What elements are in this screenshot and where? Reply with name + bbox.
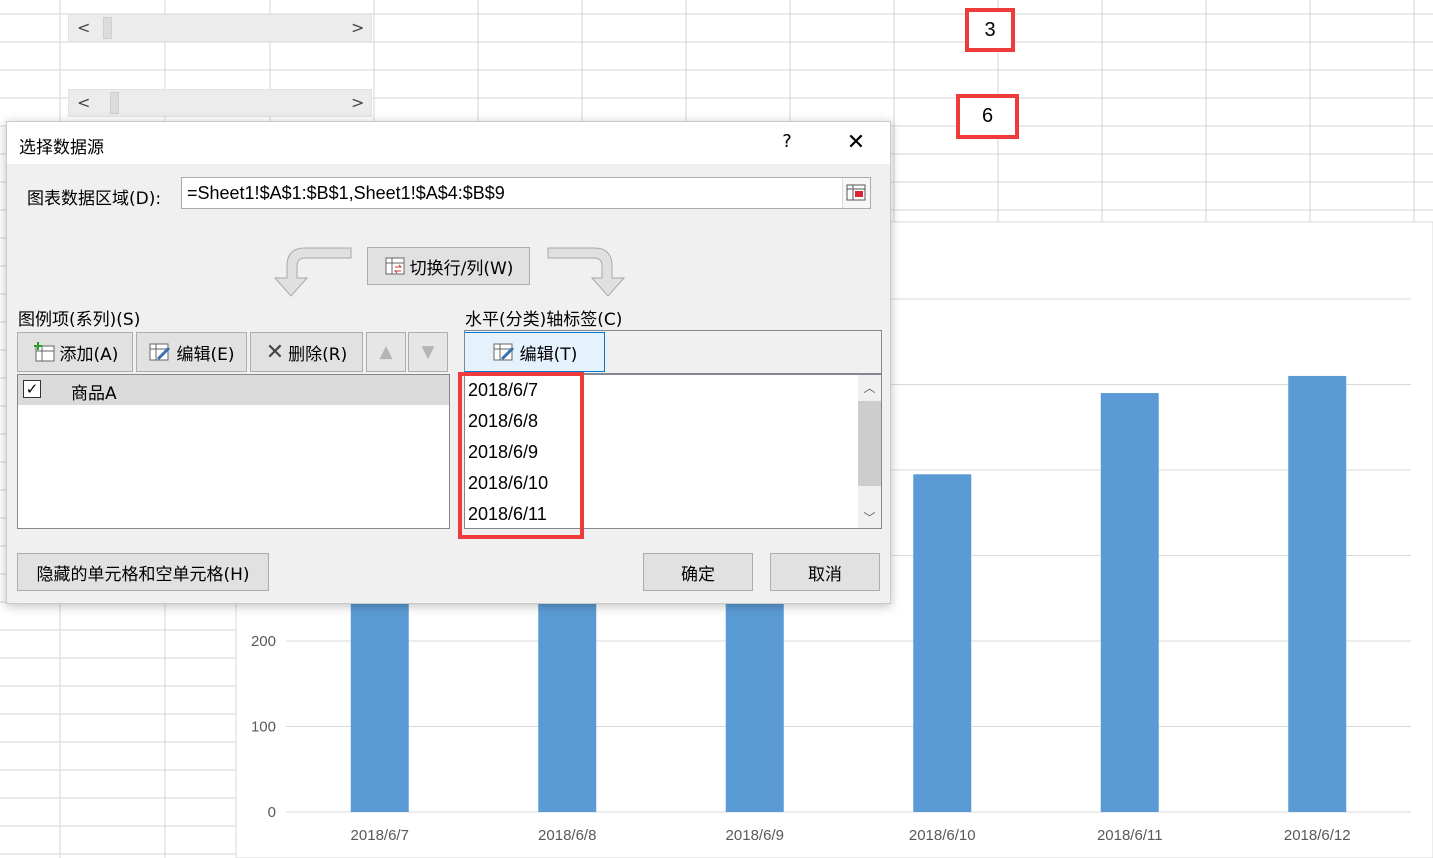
chart-data-range-input[interactable]: =Sheet1!$A$1:$B$1,Sheet1!$A$4:$B$9 [181,177,871,209]
range-select-icon [846,184,866,201]
edit-label: 编辑(E) [176,344,235,365]
range-label: 图表数据区域(D): [27,189,162,209]
series-listbox[interactable]: ✓ 商品A [17,374,450,529]
chart-bar[interactable] [913,474,972,812]
ok-button[interactable]: 确定 [643,553,753,591]
scroll-up-icon[interactable]: ︿ [858,379,881,396]
y-tick-label: 100 [251,719,276,736]
add-series-button[interactable]: 添加(A) [17,332,133,372]
y-tick-label: 200 [251,633,276,650]
help-button[interactable]: ? [773,131,801,155]
series-checkbox[interactable]: ✓ [23,380,41,398]
ok-label: 确定 [681,564,715,585]
x-tick-label: 2018/6/8 [538,827,596,844]
sheet-scrollbar-2[interactable]: < > [68,89,372,117]
x-tick-label: 2018/6/11 [1097,827,1163,844]
switch-label: 切换行/列(W) [409,258,514,279]
edit-series-button[interactable]: 编辑(E) [136,332,247,372]
cancel-button[interactable]: 取消 [770,553,880,591]
scroll-left-icon[interactable]: < [77,93,90,112]
edit-axis-labels-button[interactable]: 编辑(T) [464,332,605,372]
scroll-right-icon[interactable]: > [351,18,364,37]
delete-label: 删除(R) [288,344,348,365]
switch-icon [385,257,405,275]
series-label: 商品A [71,384,117,404]
scroll-down-icon[interactable]: ﹀ [858,509,881,526]
left-curved-arrow-icon [273,247,352,297]
cell-value-highlight: 6 [956,94,1019,139]
scroll-thumb[interactable] [110,92,119,114]
list-item[interactable]: ✓ 商品A [18,375,449,405]
sheet-scrollbar-1[interactable]: < > [68,14,372,42]
scroll-thumb[interactable] [858,401,881,486]
cancel-label: 取消 [808,564,842,585]
y-tick-label: 0 [268,804,276,821]
scroll-right-icon[interactable]: > [351,93,364,112]
x-tick-label: 2018/6/12 [1284,827,1351,844]
cell-value-highlight: 3 [965,8,1015,52]
right-curved-arrow-icon [547,247,626,297]
delete-icon: ✕ [265,339,285,365]
move-down-button[interactable]: ▼ [408,332,448,372]
add-icon [33,342,55,362]
dialog-title: 选择数据源 [19,138,104,158]
down-arrow-icon: ▼ [421,342,435,362]
axis-list-scrollbar[interactable]: ︿ ﹀ [858,375,881,528]
dialog-titlebar: 选择数据源 ? ✕ [7,122,890,164]
move-up-button[interactable]: ▲ [366,332,406,372]
chart-bar[interactable] [1288,375,1347,812]
edit-icon [493,343,514,361]
range-collapse-button[interactable] [842,178,870,208]
hidden-empty-cells-button[interactable]: 隐藏的单元格和空单元格(H) [17,553,269,591]
x-tick-label: 2018/6/7 [351,827,409,844]
scroll-left-icon[interactable]: < [77,18,90,37]
series-header: 图例项(系列)(S) [18,310,141,330]
edit-icon [149,343,171,361]
up-arrow-icon: ▲ [379,342,393,362]
switch-row-column-button[interactable]: 切换行/列(W) [367,247,530,285]
x-tick-label: 2018/6/9 [726,827,784,844]
delete-series-button[interactable]: ✕ 删除(R) [250,332,363,372]
edit-axis-label: 编辑(T) [519,344,578,365]
hidden-cells-label: 隐藏的单元格和空单元格(H) [36,564,250,585]
range-value: =Sheet1!$A$1:$B$1,Sheet1!$A$4:$B$9 [187,183,505,203]
chart-bar[interactable] [1100,393,1159,812]
select-data-source-dialog: 选择数据源 ? ✕ 图表数据区域(D): =Sheet1!$A$1:$B$1,S… [6,121,891,604]
scroll-thumb[interactable] [103,17,112,39]
close-button[interactable]: ✕ [841,130,871,156]
x-tick-label: 2018/6/10 [909,827,976,844]
add-label: 添加(A) [59,344,119,365]
axis-labels-highlight [458,372,584,539]
axis-labels-header: 水平(分类)轴标签(C) [465,310,623,330]
